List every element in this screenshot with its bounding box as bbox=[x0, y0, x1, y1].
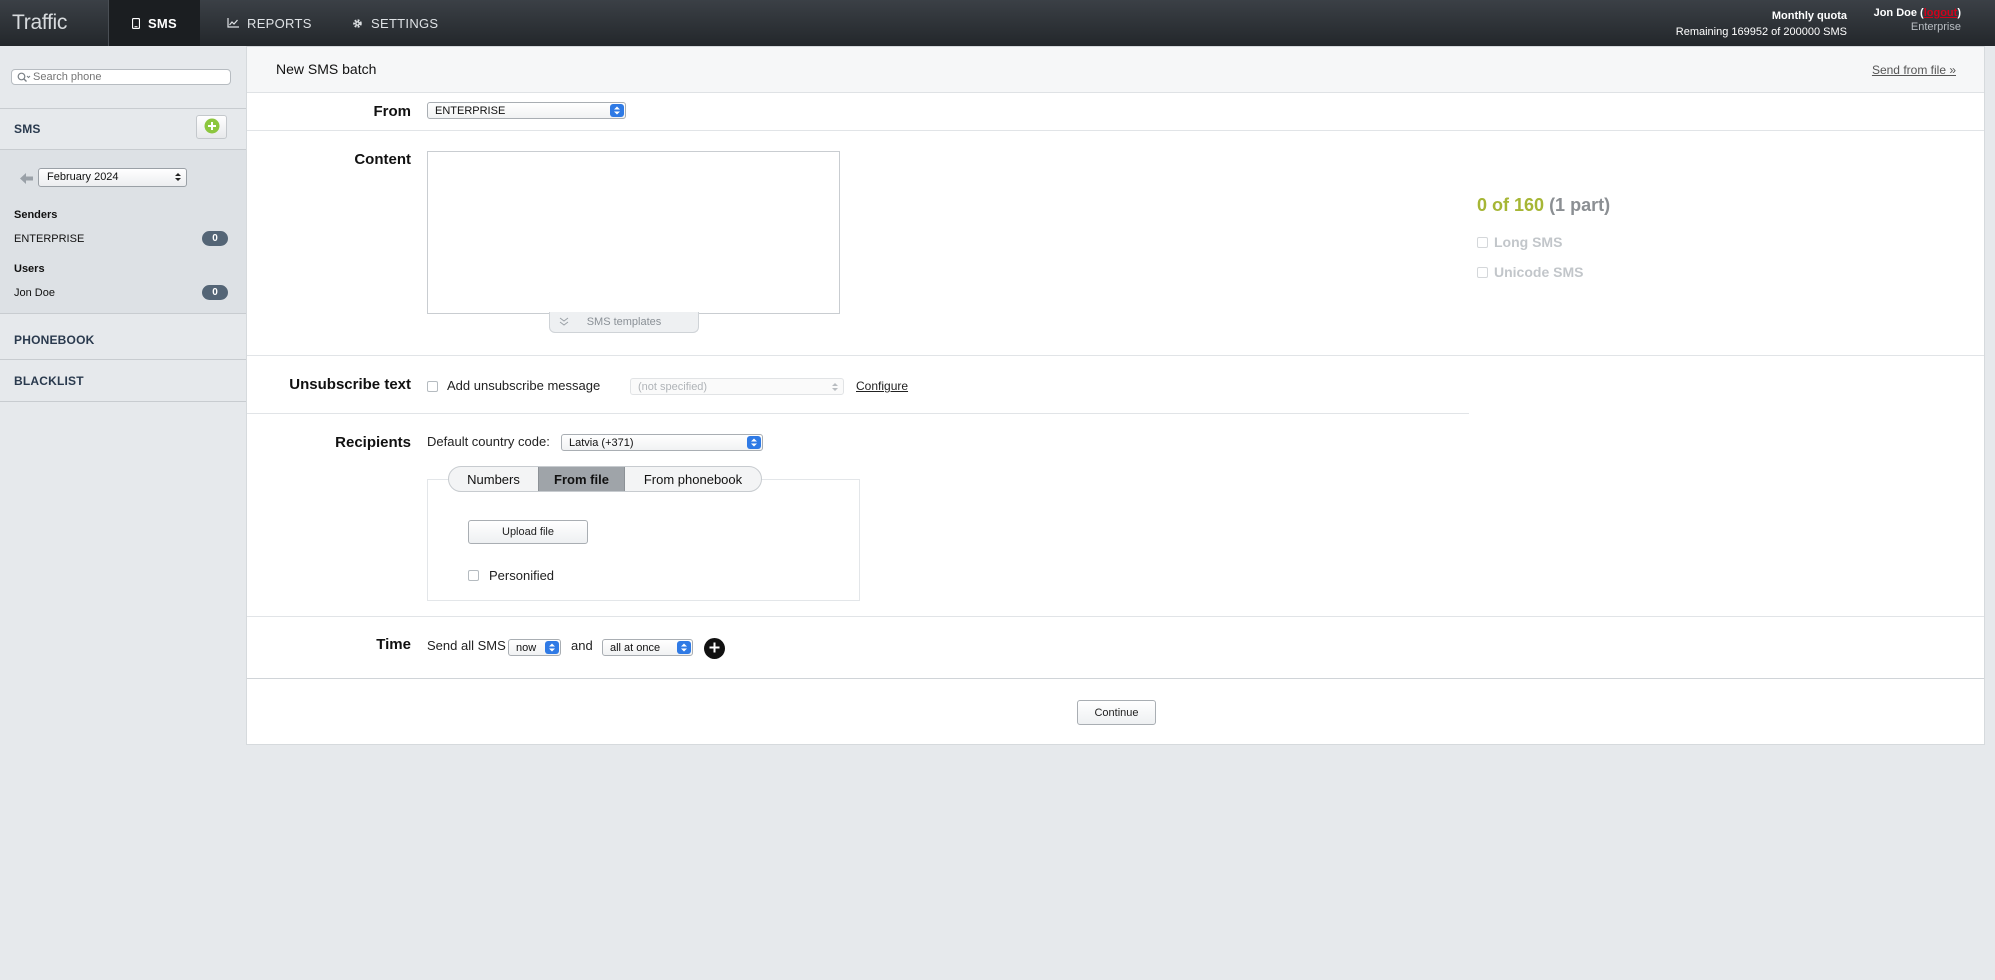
content-label: Content bbox=[354, 151, 411, 168]
unicode-sms-option[interactable]: Unicode SMS bbox=[1477, 264, 1583, 280]
and-label: and bbox=[571, 638, 593, 653]
row-divider bbox=[247, 616, 1984, 617]
user-organization: Enterprise bbox=[1910, 21, 1961, 33]
sidebar-divider bbox=[0, 401, 246, 402]
from-select[interactable]: ENTERPRISE bbox=[427, 102, 626, 119]
sender-item[interactable]: ENTERPRISE bbox=[14, 233, 84, 245]
plus-circle-icon bbox=[204, 118, 220, 137]
recipients-label: Recipients bbox=[335, 434, 411, 451]
row-divider bbox=[247, 678, 1984, 679]
user-count-badge: 0 bbox=[202, 285, 228, 300]
row-divider bbox=[247, 355, 1984, 356]
country-code-label: Default country code: bbox=[427, 434, 550, 449]
previous-month-arrow-icon[interactable] bbox=[20, 173, 33, 184]
unicode-sms-checkbox[interactable] bbox=[1477, 266, 1488, 278]
counter-parts: (1 part) bbox=[1549, 195, 1611, 215]
time-label: Time bbox=[376, 636, 411, 653]
send-when-value: now bbox=[516, 642, 537, 654]
select-arrows-icon bbox=[832, 382, 838, 395]
tab-from-file[interactable]: From file bbox=[538, 467, 625, 491]
country-code-value: Latvia (+371) bbox=[569, 437, 634, 449]
user-item[interactable]: Jon Doe bbox=[14, 287, 55, 299]
quota-remaining: Remaining 169952 of 200000 SMS bbox=[1675, 26, 1847, 38]
phone-icon bbox=[131, 17, 140, 29]
unsubscribe-select-value: (not specified) bbox=[638, 381, 708, 393]
sidebar-divider bbox=[0, 359, 246, 360]
search-box[interactable] bbox=[11, 69, 231, 85]
unsubscribe-select[interactable]: (not specified) bbox=[630, 378, 844, 395]
unsubscribe-label: Unsubscribe text bbox=[289, 376, 411, 393]
user-box: Jon Doe (logout) Enterprise bbox=[1873, 7, 1961, 33]
personified-label: Personified bbox=[489, 568, 555, 583]
sidebar: SMS February 2024 Senders ENTERPRISE 0 U… bbox=[0, 46, 246, 980]
users-heading: Users bbox=[14, 263, 45, 275]
counter-value: 0 of 160 bbox=[1477, 195, 1545, 215]
sender-count-badge: 0 bbox=[202, 231, 228, 246]
send-rate-value: all at once bbox=[610, 642, 661, 654]
top-bar: Traffic SMS REPORTS SETTINGS Monthly quo… bbox=[0, 0, 1995, 46]
long-sms-label: Long SMS bbox=[1494, 234, 1563, 250]
row-divider bbox=[247, 130, 1984, 131]
recipients-source-tabs: Numbers From file From phonebook bbox=[448, 466, 762, 492]
chevron-down-icon bbox=[559, 317, 569, 330]
personified-checkbox[interactable] bbox=[468, 570, 479, 581]
add-schedule-button[interactable] bbox=[704, 638, 725, 659]
row-divider bbox=[247, 413, 1469, 414]
select-arrows-icon bbox=[545, 641, 559, 654]
search-icon bbox=[17, 72, 31, 82]
page-title: New SMS batch bbox=[276, 61, 377, 77]
nav-tab-sms-label: SMS bbox=[147, 15, 178, 31]
sidebar-divider bbox=[0, 108, 246, 109]
month-select[interactable]: February 2024 bbox=[38, 168, 187, 187]
quota-title: Monthly quota bbox=[1771, 10, 1847, 22]
gear-icon bbox=[352, 18, 363, 29]
plus-icon bbox=[709, 641, 720, 656]
long-sms-checkbox[interactable] bbox=[1477, 236, 1488, 248]
search-input[interactable] bbox=[33, 71, 213, 83]
nav-tab-settings-label: SETTINGS bbox=[371, 15, 439, 31]
unsubscribe-checkbox-label: Add unsubscribe message bbox=[447, 378, 601, 393]
continue-button[interactable]: Continue bbox=[1077, 700, 1156, 725]
from-label: From bbox=[373, 103, 412, 120]
configure-link[interactable]: Configure bbox=[856, 379, 908, 393]
upload-file-button[interactable]: Upload file bbox=[468, 520, 588, 544]
sidebar-section-phonebook[interactable]: PHONEBOOK bbox=[14, 333, 94, 347]
main-panel: New SMS batch Send from file » From ENTE… bbox=[246, 46, 1985, 745]
nav-tab-reports[interactable]: REPORTS bbox=[227, 0, 312, 46]
sms-templates-tab[interactable]: SMS templates bbox=[549, 312, 699, 333]
nav-tab-reports-label: REPORTS bbox=[247, 15, 312, 31]
character-counter: 0 of 160 (1 part) bbox=[1477, 195, 1610, 216]
send-from-file-link[interactable]: Send from file » bbox=[1872, 63, 1956, 77]
month-select-value: February 2024 bbox=[47, 171, 119, 183]
select-arrows-icon bbox=[610, 104, 624, 117]
nav-tab-sms[interactable]: SMS bbox=[109, 0, 200, 46]
senders-heading: Senders bbox=[14, 209, 58, 221]
select-arrows-icon bbox=[175, 172, 181, 185]
chart-icon bbox=[227, 18, 239, 28]
long-sms-option[interactable]: Long SMS bbox=[1477, 234, 1562, 250]
country-code-select[interactable]: Latvia (+371) bbox=[561, 434, 763, 451]
unicode-sms-label: Unicode SMS bbox=[1494, 264, 1584, 280]
sidebar-divider bbox=[0, 313, 246, 314]
send-when-select[interactable]: now bbox=[508, 639, 561, 656]
send-rate-select[interactable]: all at once bbox=[602, 639, 693, 656]
unsubscribe-checkbox[interactable] bbox=[427, 381, 438, 392]
app-brand[interactable]: Traffic bbox=[12, 11, 67, 35]
tab-from-phonebook[interactable]: From phonebook bbox=[625, 467, 761, 491]
select-arrows-icon bbox=[677, 641, 691, 654]
select-arrows-icon bbox=[747, 436, 761, 449]
from-select-value: ENTERPRISE bbox=[435, 105, 506, 117]
sidebar-section-blacklist[interactable]: BLACKLIST bbox=[14, 374, 84, 388]
add-sms-button[interactable] bbox=[196, 115, 227, 139]
monthly-quota: Monthly quota Remaining 169952 of 200000… bbox=[1676, 8, 1847, 40]
user-name: Jon Doe bbox=[1873, 7, 1917, 19]
send-all-label: Send all SMS bbox=[427, 638, 506, 653]
content-textarea[interactable] bbox=[427, 151, 840, 314]
sms-templates-label: SMS templates bbox=[586, 316, 662, 328]
main-header: New SMS batch Send from file » bbox=[247, 47, 1984, 93]
nav-tab-settings[interactable]: SETTINGS bbox=[352, 0, 438, 46]
sidebar-section-sms[interactable]: SMS bbox=[14, 122, 41, 136]
logout-link[interactable]: logout bbox=[1924, 7, 1958, 19]
tab-numbers[interactable]: Numbers bbox=[449, 467, 538, 491]
